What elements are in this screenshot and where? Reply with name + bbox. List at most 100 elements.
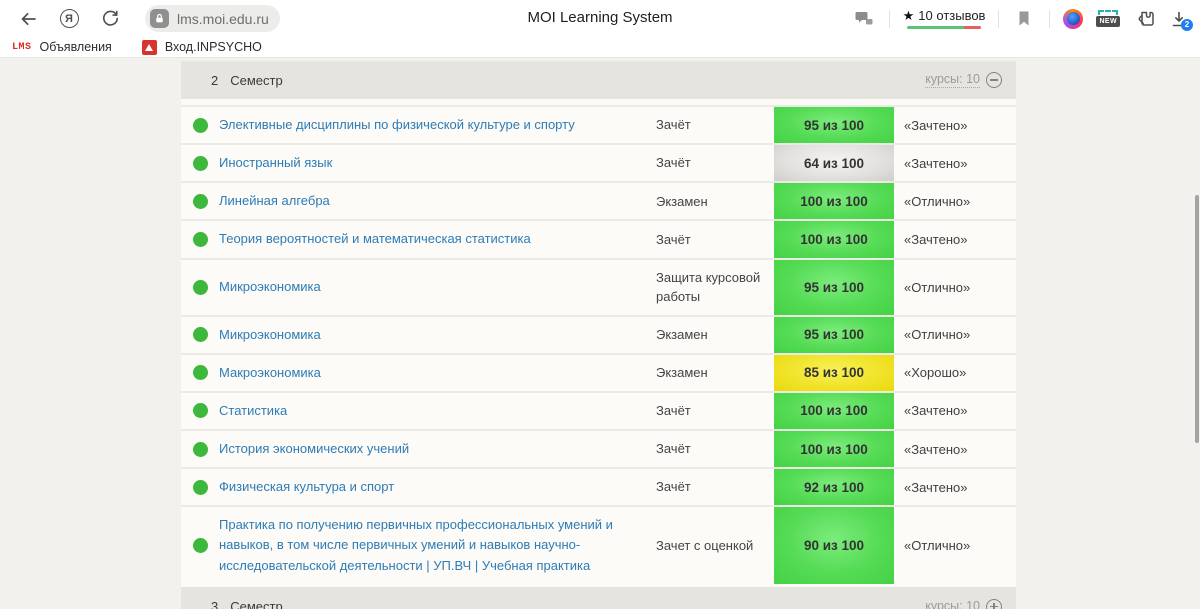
grade-text: «Отлично» xyxy=(904,327,970,342)
bookmark-inpsycho[interactable]: Вход.INPSYCHO xyxy=(142,40,262,55)
course-link[interactable]: Элективные дисциплины по физической куль… xyxy=(219,115,575,135)
bookmarks-bar: LMS Объявления Вход.INPSYCHO xyxy=(0,37,1200,58)
back-button[interactable] xyxy=(16,7,40,31)
course-row: Элективные дисциплины по физической куль… xyxy=(181,105,1016,143)
assessment-cell: Зачёт xyxy=(656,393,774,429)
assessment-type: Зачёт xyxy=(656,153,691,173)
score-badge: 100 из 100 xyxy=(774,431,894,467)
grade-text: «Отлично» xyxy=(904,280,970,295)
bookmark-announcements[interactable]: LMS Объявления xyxy=(12,40,112,54)
courses-count-label: курсы: 10 xyxy=(925,599,980,609)
course-link[interactable]: Иностранный язык xyxy=(219,153,332,173)
semester-3-courses-toggle[interactable]: курсы: 10 xyxy=(925,599,1002,609)
extension-browser-icon[interactable] xyxy=(1063,9,1083,29)
assessment-type: Зачёт xyxy=(656,115,691,135)
reviews-count: 10 отзывов xyxy=(918,8,985,23)
inpsycho-favicon xyxy=(142,40,157,55)
semester-number: 2 xyxy=(211,73,218,88)
assessment-type: Зачет с оценкой xyxy=(656,536,753,556)
collections-button[interactable] xyxy=(1133,7,1157,31)
collections-icon xyxy=(1135,9,1156,28)
semester-3-header: 3 Семестр курсы: 10 xyxy=(181,587,1016,609)
score-cell: 85 из 100 xyxy=(774,355,894,391)
course-cell: Линейная алгебра xyxy=(219,183,656,219)
semester-number: 3 xyxy=(211,599,218,609)
course-link[interactable]: Практика по получению первичных професси… xyxy=(219,515,642,575)
screenshot-tool-button[interactable]: NEW xyxy=(1096,10,1120,27)
address-bar[interactable]: lms.moi.edu.ru xyxy=(145,5,280,32)
assessment-cell: Зачёт xyxy=(656,221,774,257)
completed-status-dot xyxy=(193,280,208,295)
status-cell xyxy=(181,317,219,353)
status-cell xyxy=(181,260,219,315)
status-cell xyxy=(181,107,219,143)
course-link[interactable]: Линейная алгебра xyxy=(219,191,330,211)
course-link[interactable]: Микроэкономика xyxy=(219,325,321,345)
grade-cell: «Отлично» xyxy=(894,183,1016,219)
assessment-cell: Зачёт xyxy=(656,145,774,181)
yandex-logo-icon: Я xyxy=(60,9,79,28)
course-row: Линейная алгебра Экзамен 100 из 100 «Отл… xyxy=(181,181,1016,219)
rating-bar xyxy=(907,26,981,29)
new-badge: NEW xyxy=(1096,16,1120,27)
completed-status-dot xyxy=(193,538,208,553)
score-badge: 95 из 100 xyxy=(774,317,894,353)
grade-text: «Зачтено» xyxy=(904,403,967,418)
course-row: Теория вероятностей и математическая ста… xyxy=(181,219,1016,257)
course-link[interactable]: Статистика xyxy=(219,401,287,421)
protect-chat-button[interactable] xyxy=(852,7,876,31)
grade-text: «Зачтено» xyxy=(904,156,967,171)
assessment-type: Экзамен xyxy=(656,192,708,212)
score-cell: 100 из 100 xyxy=(774,183,894,219)
course-cell: Статистика xyxy=(219,393,656,429)
score-cell: 100 из 100 xyxy=(774,431,894,467)
star-icon: ★ xyxy=(903,9,915,22)
grade-cell: «Отлично» xyxy=(894,317,1016,353)
collapse-icon[interactable] xyxy=(986,72,1002,88)
grade-cell: «Зачтено» xyxy=(894,221,1016,257)
score-badge: 90 из 100 xyxy=(774,507,894,583)
chat-bubbles-icon xyxy=(854,10,874,28)
course-rows-container: Элективные дисциплины по физической куль… xyxy=(181,105,1016,584)
semester-2-courses-toggle[interactable]: курсы: 10 xyxy=(925,72,1002,88)
toolbar-divider xyxy=(1049,10,1050,28)
completed-status-dot xyxy=(193,118,208,133)
score-cell: 92 из 100 xyxy=(774,469,894,505)
status-cell xyxy=(181,469,219,505)
downloads-button[interactable]: 2 xyxy=(1170,10,1188,28)
course-row: Практика по получению первичных професси… xyxy=(181,505,1016,583)
grade-cell: «Зачтено» xyxy=(894,107,1016,143)
refresh-button[interactable] xyxy=(98,7,122,31)
assessment-type: Зачёт xyxy=(656,477,691,497)
course-row: Микроэкономика Экзамен 95 из 100 «Отличн… xyxy=(181,315,1016,353)
course-link[interactable]: Макроэкономика xyxy=(219,363,321,383)
lms-favicon: LMS xyxy=(12,42,32,53)
browser-toolbar: Я lms.moi.edu.ru MOI Learning System xyxy=(0,0,1200,37)
assessment-cell: Экзамен xyxy=(656,183,774,219)
course-cell: Макроэкономика xyxy=(219,355,656,391)
grade-cell: «Отлично» xyxy=(894,260,1016,315)
bookmark-label: Объявления xyxy=(40,40,112,54)
assessment-cell: Зачет с оценкой xyxy=(656,507,774,583)
course-link[interactable]: Физическая культура и спорт xyxy=(219,477,394,497)
site-reviews[interactable]: ★ 10 отзывов xyxy=(903,8,986,29)
score-badge: 100 из 100 xyxy=(774,221,894,257)
completed-status-dot xyxy=(193,194,208,209)
lock-icon[interactable] xyxy=(150,9,169,28)
expand-icon[interactable] xyxy=(986,599,1002,609)
course-link[interactable]: Теория вероятностей и математическая ста… xyxy=(219,229,531,249)
score-badge: 85 из 100 xyxy=(774,355,894,391)
url-text: lms.moi.edu.ru xyxy=(177,11,269,27)
course-link[interactable]: Микроэкономика xyxy=(219,277,321,297)
vertical-scrollbar[interactable] xyxy=(1195,195,1199,443)
assessment-type: Защита курсовой работы xyxy=(656,268,768,307)
assessment-cell: Защита курсовой работы xyxy=(656,260,774,315)
score-cell: 90 из 100 xyxy=(774,507,894,583)
lms-page: 2 Семестр курсы: 10 Элективные дисциплин… xyxy=(0,58,1200,609)
grade-cell: «Отлично» xyxy=(894,507,1016,583)
status-cell xyxy=(181,431,219,467)
bookmark-flag-button[interactable] xyxy=(1012,7,1036,31)
course-link[interactable]: История экономических учений xyxy=(219,439,409,459)
grade-text: «Отлично» xyxy=(904,538,970,553)
yandex-button[interactable]: Я xyxy=(57,7,81,31)
